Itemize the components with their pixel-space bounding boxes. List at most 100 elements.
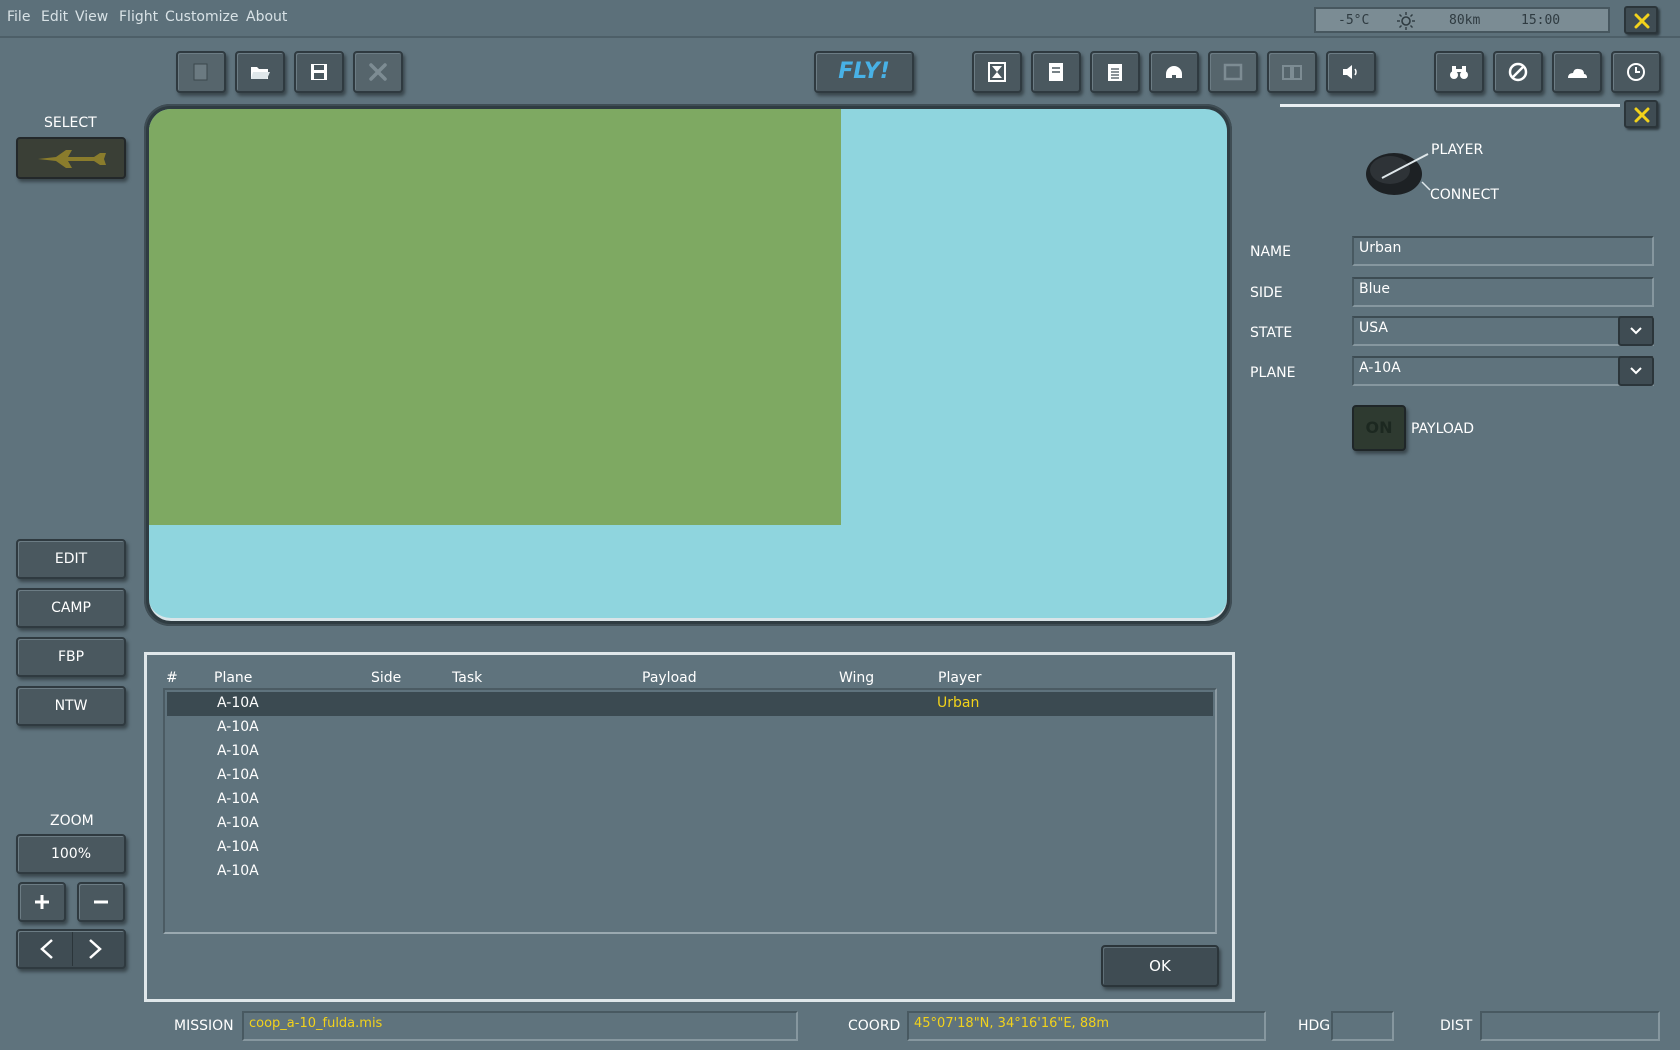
plus-icon (35, 895, 49, 909)
menu-edit[interactable]: Edit (41, 9, 68, 25)
col-task[interactable]: Task (452, 670, 482, 686)
coord-label: COORD (848, 1018, 901, 1034)
player-option-label: PLAYER (1431, 142, 1484, 158)
dist-field[interactable] (1480, 1011, 1660, 1041)
document-icon (1049, 63, 1063, 81)
flight-list[interactable]: A-10A Urban A-10A A-10A A-10A A-10A A-10… (163, 688, 1217, 934)
view-button[interactable] (1208, 51, 1258, 93)
row-plane: A-10A (217, 839, 259, 855)
panel-close-button[interactable] (1624, 100, 1658, 128)
save-button[interactable] (294, 51, 344, 93)
minus-icon (94, 900, 108, 904)
timer-button[interactable] (972, 51, 1022, 93)
disable-button[interactable] (1493, 51, 1543, 93)
new-button[interactable] (176, 51, 226, 93)
sound-button[interactable] (1326, 51, 1376, 93)
hdg-label: HDG (1298, 1018, 1331, 1034)
screen-icon (1223, 63, 1243, 81)
zoom-out-button[interactable] (77, 882, 125, 922)
coord-field[interactable]: 45°07'18"N, 34°16'16"E, 88m (907, 1011, 1266, 1041)
name-field[interactable]: Urban (1352, 236, 1654, 266)
row-plane: A-10A (217, 791, 259, 807)
col-plane[interactable]: Plane (214, 670, 252, 686)
scroll-right-button[interactable] (82, 937, 108, 961)
map-frame (144, 104, 1232, 626)
table-row[interactable]: A-10A (167, 812, 1213, 836)
chevron-right-icon (89, 939, 102, 959)
edit-mode-button[interactable]: EDIT (16, 539, 126, 579)
time-button[interactable] (1611, 51, 1661, 93)
menu-about[interactable]: About (246, 9, 287, 25)
col-side[interactable]: Side (371, 670, 401, 686)
clock-icon (1627, 63, 1645, 81)
table-row[interactable]: A-10A (167, 764, 1213, 788)
row-plane: A-10A (217, 767, 259, 783)
dist-label: DIST (1440, 1018, 1473, 1034)
menu-view[interactable]: View (75, 9, 108, 25)
payload-toggle[interactable]: ON (1352, 405, 1406, 451)
open-button[interactable] (235, 51, 285, 93)
row-plane: A-10A (217, 815, 259, 831)
table-row[interactable]: A-10A (167, 836, 1213, 860)
col-wing[interactable]: Wing (839, 670, 874, 686)
col-player[interactable]: Player (938, 670, 982, 686)
recon-button[interactable] (1434, 51, 1484, 93)
table-row[interactable]: A-10A Urban (167, 692, 1213, 716)
zoom-label: ZOOM (50, 813, 94, 829)
plane-dropdown-button[interactable] (1618, 356, 1654, 386)
helmet-icon (1166, 66, 1182, 78)
panel-divider (1280, 104, 1620, 107)
state-dropdown-button[interactable] (1618, 316, 1654, 346)
fbp-mode-button[interactable]: FBP (16, 637, 126, 677)
chevron-left-icon (40, 939, 53, 959)
window-close-button[interactable] (1624, 6, 1658, 34)
notes-button[interactable] (1090, 51, 1140, 93)
mission-field[interactable]: coop_a-10_fulda.mis (242, 1011, 798, 1041)
scroll-divider (72, 932, 73, 966)
time-readout: 15:00 (1521, 13, 1561, 28)
table-row[interactable]: A-10A (167, 740, 1213, 764)
speaker-icon (1343, 65, 1357, 79)
campaign-mode-button[interactable]: CAMP (16, 588, 126, 628)
table-row[interactable]: A-10A (167, 716, 1213, 740)
folder-open-icon (251, 67, 270, 79)
row-plane: A-10A (217, 743, 259, 759)
plane-label: PLANE (1250, 365, 1296, 381)
map-land-area (149, 109, 841, 525)
mission-label: MISSION (174, 1018, 234, 1034)
network-mode-button[interactable]: NTW (16, 686, 126, 726)
table-row[interactable]: A-10A (167, 788, 1213, 812)
col-payload[interactable]: Payload (642, 670, 697, 686)
cloud-icon (1568, 68, 1587, 78)
weather-button[interactable] (1552, 51, 1602, 93)
ok-button[interactable]: OK (1101, 945, 1219, 987)
zoom-in-button[interactable] (18, 882, 66, 922)
menu-customize[interactable]: Customize (165, 9, 239, 25)
table-row[interactable]: A-10A (167, 860, 1213, 884)
map-view[interactable] (149, 109, 1227, 621)
select-label: SELECT (44, 115, 97, 131)
hdg-field[interactable] (1331, 1011, 1394, 1041)
close-icon (1634, 107, 1650, 123)
scroll-left-button[interactable] (34, 937, 60, 961)
fly-button[interactable]: FLY! (814, 51, 914, 93)
state-label: STATE (1250, 325, 1293, 341)
player-connect-switch[interactable] (1362, 146, 1432, 198)
state-select[interactable]: USA (1352, 316, 1654, 346)
zoom-level-button[interactable]: 100% (16, 834, 126, 874)
map-book-button[interactable] (1267, 51, 1317, 93)
chevron-down-icon (1630, 327, 1642, 335)
book-icon (1282, 65, 1302, 80)
delete-button[interactable] (353, 51, 403, 93)
row-plane: A-10A (217, 695, 259, 711)
clipboard-icon (1108, 64, 1122, 81)
plane-select[interactable]: A-10A (1352, 356, 1654, 386)
col-number[interactable]: # (166, 670, 178, 686)
pilot-button[interactable] (1149, 51, 1199, 93)
menu-file[interactable]: File (7, 9, 30, 25)
briefing-button[interactable] (1031, 51, 1081, 93)
side-field[interactable]: Blue (1352, 277, 1654, 307)
temperature-readout: -5°C (1338, 13, 1370, 28)
menu-flight[interactable]: Flight (119, 9, 158, 25)
select-aircraft-button[interactable] (16, 137, 126, 179)
